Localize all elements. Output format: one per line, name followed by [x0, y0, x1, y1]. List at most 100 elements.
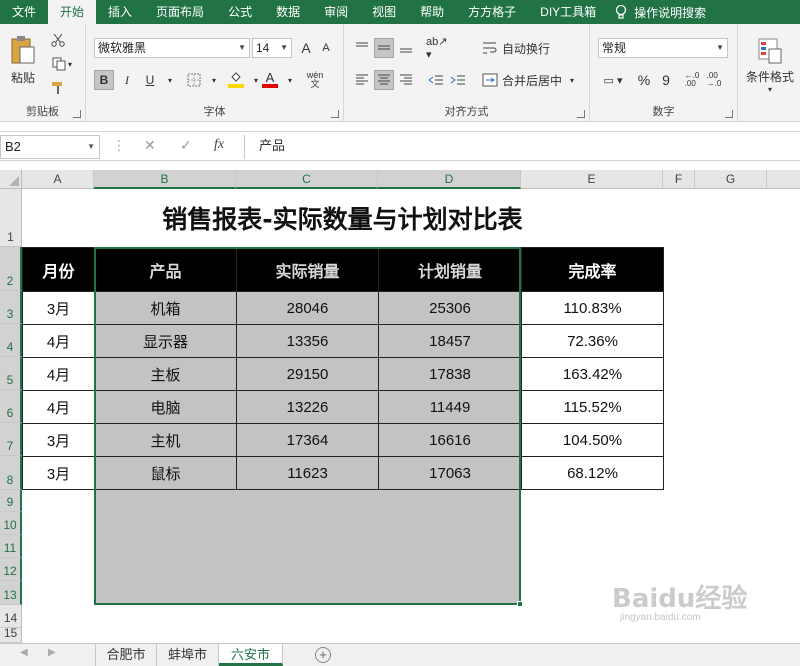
underline-dropdown-icon[interactable]: ▾ — [160, 70, 180, 90]
sheet-title[interactable]: 销售报表-实际数量与计划对比表 — [22, 189, 663, 247]
format-painter-button[interactable] — [48, 78, 68, 98]
cell-month[interactable]: 4月 — [22, 357, 95, 391]
accounting-format-button[interactable]: ▭ ▾ — [598, 70, 628, 90]
column-header-f[interactable]: F — [663, 170, 695, 189]
percent-button[interactable]: % — [634, 70, 654, 90]
row-header-9[interactable]: 9 — [0, 490, 22, 512]
cell-planned[interactable]: 17063 — [378, 456, 522, 490]
bold-button[interactable]: B — [94, 70, 114, 90]
tab-view[interactable]: 视图 — [360, 0, 408, 24]
scroll-left-icon[interactable]: ◀ — [20, 647, 28, 658]
cell-month[interactable]: 4月 — [22, 390, 95, 424]
sheet-tab-luan[interactable]: 六安市 — [219, 644, 283, 666]
column-header-b[interactable]: B — [94, 170, 236, 189]
row-header-14[interactable]: 14 — [0, 605, 22, 628]
cell-planned[interactable]: 18457 — [378, 324, 522, 358]
paste-button[interactable]: 粘贴 — [6, 30, 40, 90]
row-header-12[interactable]: 12 — [0, 558, 22, 581]
name-box[interactable]: B2 ▼ — [0, 135, 100, 159]
row-header-3[interactable]: 3 — [0, 291, 22, 324]
align-left-button[interactable] — [352, 70, 372, 90]
cell-product[interactable]: 显示器 — [94, 324, 237, 358]
merge-center-button[interactable]: 合并后居中 ▾ — [482, 70, 574, 90]
grow-font-button[interactable]: A — [296, 38, 316, 58]
row-header-1[interactable]: 1 — [0, 189, 22, 247]
cell-planned[interactable]: 17838 — [378, 357, 522, 391]
cell-rate[interactable]: 163.42% — [521, 357, 664, 391]
align-center-button[interactable] — [374, 70, 394, 90]
header-month[interactable]: 月份 — [22, 247, 95, 292]
decrease-indent-button[interactable] — [426, 70, 446, 90]
cell-month[interactable]: 3月 — [22, 423, 95, 457]
font-color-button[interactable]: A — [260, 70, 280, 90]
cell-planned[interactable]: 16616 — [378, 423, 522, 457]
sheet-tab-hefei[interactable]: 合肥市 — [95, 644, 157, 666]
cell-rate[interactable]: 68.12% — [521, 456, 664, 490]
column-header-e[interactable]: E — [521, 170, 663, 189]
tab-diy-toolbox[interactable]: DIY工具箱 — [528, 0, 608, 24]
row-header-7[interactable]: 7 — [0, 423, 22, 456]
tab-insert[interactable]: 插入 — [96, 0, 144, 24]
font-size-select[interactable]: 14 ▼ — [252, 38, 292, 58]
shrink-font-button[interactable]: A — [316, 38, 336, 58]
row-header-10[interactable]: 10 — [0, 512, 22, 535]
row-header-5[interactable]: 5 — [0, 357, 22, 390]
tab-file[interactable]: 文件 — [0, 0, 48, 24]
clipboard-launcher-icon[interactable] — [73, 110, 81, 118]
cell-rate[interactable]: 115.52% — [521, 390, 664, 424]
cell-month[interactable]: 4月 — [22, 324, 95, 358]
italic-button[interactable]: I — [117, 70, 137, 90]
font-launcher-icon[interactable] — [331, 110, 339, 118]
insert-function-icon[interactable]: fx — [214, 137, 224, 153]
header-actual-sales[interactable]: 实际销量 — [236, 247, 379, 292]
more-options-icon[interactable]: ⋮ — [112, 137, 126, 154]
cell-actual[interactable]: 28046 — [236, 291, 379, 325]
cell-month[interactable]: 3月 — [22, 291, 95, 325]
alignment-launcher-icon[interactable] — [577, 110, 585, 118]
fill-handle[interactable] — [517, 601, 523, 607]
cell-product[interactable]: 主板 — [94, 357, 237, 391]
column-header-g[interactable]: G — [695, 170, 767, 189]
align-right-button[interactable] — [396, 70, 416, 90]
cell-month[interactable]: 3月 — [22, 456, 95, 490]
select-all-corner[interactable] — [0, 170, 22, 189]
column-header-c[interactable]: C — [236, 170, 378, 189]
top-align-button[interactable] — [352, 38, 372, 58]
header-completion-rate[interactable]: 完成率 — [521, 247, 664, 292]
comma-style-button[interactable]: 9 — [656, 70, 676, 90]
font-color-dropdown-icon[interactable]: ▾ — [280, 70, 300, 90]
row-header-4[interactable]: 4 — [0, 324, 22, 357]
tab-data[interactable]: 数据 — [264, 0, 312, 24]
wrap-text-button[interactable]: 自动换行 — [482, 38, 550, 58]
worksheet-grid[interactable]: A B C D E F G 1 2 3 4 5 6 7 8 9 10 11 12… — [0, 170, 800, 643]
row-header-15[interactable]: 15 — [0, 626, 22, 643]
border-button[interactable] — [184, 70, 204, 90]
selected-empty-range[interactable] — [96, 490, 519, 603]
row-header-11[interactable]: 11 — [0, 535, 22, 558]
border-dropdown-icon[interactable]: ▾ — [204, 70, 224, 90]
increase-decimal-button[interactable]: ←.0.00 — [682, 70, 702, 90]
decrease-decimal-button[interactable]: .00 →.0 — [704, 70, 724, 90]
cell-rate[interactable]: 110.83% — [521, 291, 664, 325]
formula-input[interactable]: 产品 — [244, 135, 800, 159]
cell-rate[interactable]: 104.50% — [521, 423, 664, 457]
tell-me-search[interactable]: 操作说明搜索 — [608, 4, 706, 21]
tab-formulas[interactable]: 公式 — [216, 0, 264, 24]
header-planned-sales[interactable]: 计划销量 — [378, 247, 522, 292]
fill-color-button[interactable] — [226, 70, 246, 90]
enter-icon[interactable]: ✓ — [180, 137, 192, 154]
copy-button[interactable]: ▾ — [48, 54, 76, 74]
phonetic-button[interactable]: wén 文 — [300, 70, 330, 90]
row-header-6[interactable]: 6 — [0, 390, 22, 423]
cell-planned[interactable]: 25306 — [378, 291, 522, 325]
cell-planned[interactable]: 11449 — [378, 390, 522, 424]
cell-product[interactable]: 主机 — [94, 423, 237, 457]
cell-actual[interactable]: 29150 — [236, 357, 379, 391]
header-product[interactable]: 产品 — [94, 247, 237, 292]
bottom-align-button[interactable] — [396, 38, 416, 58]
cell-actual[interactable]: 13356 — [236, 324, 379, 358]
increase-indent-button[interactable] — [448, 70, 468, 90]
sheet-tab-bengbu[interactable]: 蚌埠市 — [157, 644, 219, 666]
middle-align-button[interactable] — [374, 38, 394, 58]
cell-rate[interactable]: 72.36% — [521, 324, 664, 358]
